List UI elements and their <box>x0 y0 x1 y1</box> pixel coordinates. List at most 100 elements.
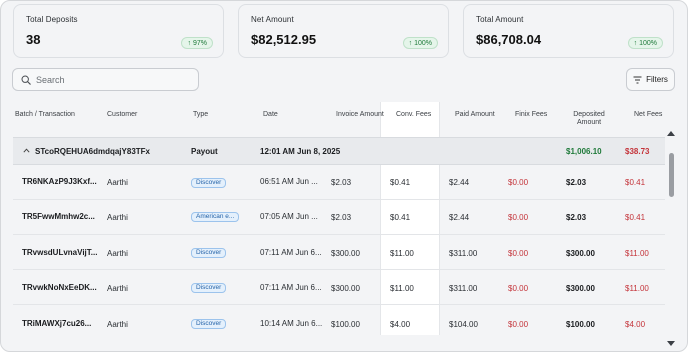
stat-badge: ↑ 100% <box>402 37 438 49</box>
batch-group-row[interactable]: STcoRQEHUA6dmdqajY83TFx Payout 12:01 AM … <box>13 137 665 165</box>
scroll-up-arrow-icon[interactable] <box>667 131 675 136</box>
conv-fees: $0.41 <box>390 178 411 187</box>
transaction-id[interactable]: TRvwsdULvnaVijT... <box>22 248 97 257</box>
batch-id: STcoRQEHUA6dmdqajY83TFx <box>35 147 150 156</box>
column-header-date[interactable]: Date <box>263 111 278 119</box>
chevron-up-icon[interactable] <box>23 148 30 153</box>
invoice-amount: $100.00 <box>331 320 360 329</box>
column-header-batch[interactable]: Batch / Transaction <box>15 111 75 119</box>
net-fees: $11.00 <box>625 249 649 258</box>
table-row[interactable]: TR5FwwMmhw2c... Aarthi American e... 07:… <box>13 200 665 235</box>
card-type-badge: Discover <box>191 178 227 188</box>
net-fees: $4.00 <box>625 320 646 329</box>
stat-card-total-amount: Total Amount $86,708.04 ↑ 100% <box>463 4 674 58</box>
transaction-id[interactable]: TR5FwwMmhw2c... <box>22 212 95 221</box>
deposited-amount: $300.00 <box>566 284 595 293</box>
stat-value: 38 <box>26 32 41 47</box>
paid-amount: $104.00 <box>449 320 478 329</box>
stat-card-net-amount: Net Amount $82,512.95 ↑ 100% <box>238 4 449 58</box>
app-frame: Total Deposits 38 ↑ 97% Net Amount $82,5… <box>0 0 688 352</box>
transaction-date: 07:11 AM Jun 6... <box>260 283 322 292</box>
stat-label: Total Amount <box>476 15 524 24</box>
finix-fees: $0.00 <box>508 284 529 293</box>
column-header-type[interactable]: Type <box>193 111 208 119</box>
net-fees: $11.00 <box>625 284 649 293</box>
invoice-amount: $300.00 <box>331 284 360 293</box>
filters-label: Filters <box>646 75 668 84</box>
scroll-down-arrow-icon[interactable] <box>667 341 675 346</box>
scrollbar-thumb[interactable] <box>669 153 674 197</box>
stat-badge: ↑ 97% <box>181 37 213 49</box>
column-header-conv-fees[interactable]: Conv. Fees <box>396 111 431 119</box>
column-header-deposited-line2: Amount <box>576 119 602 126</box>
customer-name: Aarthi <box>107 249 128 258</box>
card-type-badge: Discover <box>191 248 227 258</box>
deposited-amount: $100.00 <box>566 320 595 329</box>
customer-name: Aarthi <box>107 320 128 329</box>
stat-label: Net Amount <box>251 15 294 24</box>
column-header-deposited-line1: Deposited <box>573 111 605 118</box>
transaction-id[interactable]: TR6NKAzP9J3Kxf... <box>22 177 97 186</box>
table-row[interactable]: TRvwkNoNxEeDK... Aarthi Discover 07:11 A… <box>13 270 665 305</box>
stat-value: $82,512.95 <box>251 32 317 47</box>
table-row[interactable]: TRiMAWXj7cu26... Aarthi Discover 10:14 A… <box>13 305 665 340</box>
column-header-customer[interactable]: Customer <box>107 111 137 119</box>
transaction-date: 10:14 AM Jun 6... <box>260 319 323 328</box>
conv-fees: $4.00 <box>390 320 411 329</box>
stat-value: $86,708.04 <box>476 32 542 47</box>
finix-fees: $0.00 <box>508 213 529 222</box>
paid-amount: $311.00 <box>449 284 478 293</box>
finix-fees: $0.00 <box>508 178 529 187</box>
deposited-amount: $2.03 <box>566 213 587 222</box>
column-header-deposited-amount[interactable]: Deposited Amount <box>567 111 611 127</box>
column-header-paid-amount[interactable]: Paid Amount <box>455 111 495 119</box>
batch-date: 12:01 AM Jun 8, 2025 <box>260 147 341 156</box>
column-header-invoice-amount[interactable]: Invoice Amount <box>336 111 384 119</box>
card-type-badge: Discover <box>191 319 227 329</box>
stat-label: Total Deposits <box>26 15 78 24</box>
transaction-date: 06:51 AM Jun ... <box>260 177 318 186</box>
transaction-date: 07:11 AM Jun 6... <box>260 248 322 257</box>
customer-name: Aarthi <box>107 284 128 293</box>
batch-net-fees: $38.73 <box>625 147 650 156</box>
card-type-badge: Discover <box>191 283 227 293</box>
stat-card-total-deposits: Total Deposits 38 ↑ 97% <box>13 4 224 58</box>
table-row[interactable]: TR6NKAzP9J3Kxf... Aarthi Discover 06:51 … <box>13 165 665 200</box>
invoice-amount: $2.03 <box>331 178 352 187</box>
net-fees: $0.41 <box>625 213 646 222</box>
batch-type: Payout <box>191 147 218 156</box>
invoice-amount: $300.00 <box>331 249 360 258</box>
transaction-id[interactable]: TRiMAWXj7cu26... <box>22 319 91 328</box>
deposited-amount: $2.03 <box>566 178 587 187</box>
deposited-amount: $300.00 <box>566 249 595 258</box>
arrow-up-icon: ↑ <box>408 39 413 47</box>
paid-amount: $2.44 <box>449 178 470 187</box>
arrow-up-icon: ↑ <box>187 39 191 47</box>
search-icon <box>21 74 31 85</box>
filter-lines-icon <box>633 76 642 83</box>
vertical-scrollbar[interactable] <box>666 129 676 346</box>
finix-fees: $0.00 <box>508 320 529 329</box>
column-header-net-fees[interactable]: Net Fees <box>634 111 662 119</box>
customer-name: Aarthi <box>107 213 128 222</box>
card-type-badge: American e... <box>191 212 240 222</box>
search-input[interactable] <box>36 74 186 85</box>
transaction-date: 07:05 AM Jun ... <box>260 212 318 221</box>
conv-fees: $0.41 <box>390 213 411 222</box>
stat-badge-text: 100% <box>639 39 657 47</box>
stat-badge: ↑ 100% <box>627 37 663 49</box>
paid-amount: $2.44 <box>449 213 470 222</box>
column-header-finix-fees[interactable]: Finix Fees <box>515 111 547 119</box>
net-fees: $0.41 <box>625 178 646 187</box>
arrow-up-icon: ↑ <box>633 39 638 47</box>
finix-fees: $0.00 <box>508 249 529 258</box>
customer-name: Aarthi <box>107 178 128 187</box>
transaction-id[interactable]: TRvwkNoNxEeDK... <box>22 283 97 292</box>
batch-deposited: $1,006.10 <box>566 147 602 156</box>
paid-amount: $311.00 <box>449 249 478 258</box>
invoice-amount: $2.03 <box>331 213 352 222</box>
search-box[interactable] <box>12 68 199 91</box>
filters-button[interactable]: Filters <box>626 68 675 91</box>
table-row[interactable]: TRvwsdULvnaVijT... Aarthi Discover 07:11… <box>13 235 665 270</box>
stat-badge-text: 100% <box>414 39 432 47</box>
